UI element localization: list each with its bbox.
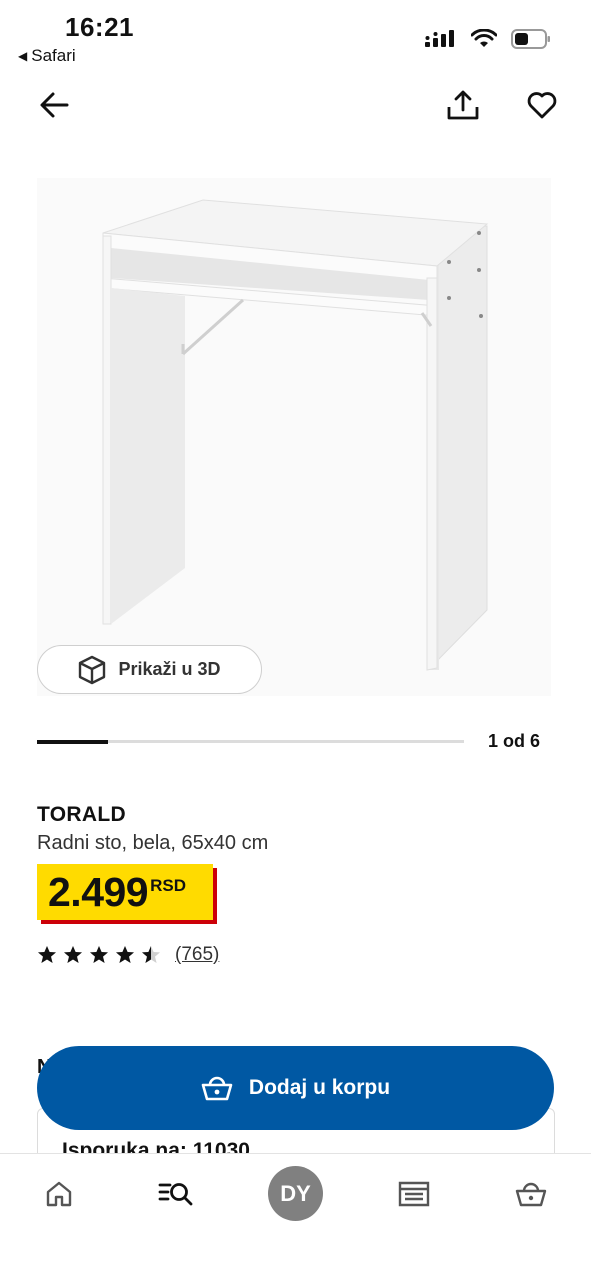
star-icon [142, 946, 160, 963]
search-icon [158, 1183, 193, 1206]
add-to-cart-label: Dodaj u korpu [248, 1076, 391, 1099]
tab-search[interactable] [148, 1166, 204, 1222]
wifi-icon [471, 29, 497, 47]
tab-cart[interactable] [503, 1166, 559, 1222]
status-time: 16:21 [65, 12, 134, 42]
star-icon [38, 946, 56, 963]
price-tag: 2.499 RSD [37, 864, 213, 920]
star-icon [116, 946, 134, 963]
product-image[interactable] [37, 178, 551, 696]
signal-icon [425, 30, 454, 47]
review-count-link[interactable]: (765) [175, 944, 219, 966]
heart-icon [527, 92, 557, 119]
price-value: 2.499 [48, 869, 149, 915]
desk-illustration [37, 178, 551, 696]
favorite-button[interactable] [523, 86, 561, 124]
rating-stars [37, 945, 161, 965]
gallery-page-indicator: 1 od 6 [488, 731, 541, 751]
add-to-cart-button[interactable]: Dodaj u korpu [37, 1046, 554, 1130]
profile-avatar[interactable]: DY [268, 1166, 323, 1221]
back-triangle-icon: ◀ [18, 49, 28, 63]
store-icon [398, 1181, 430, 1207]
back-arrow-button[interactable] [35, 86, 73, 124]
view-3d-label: Prikaži u 3D [118, 659, 221, 679]
view-3d-button[interactable]: Prikaži u 3D [37, 645, 262, 694]
arrow-left-icon [40, 92, 69, 118]
star-icon [90, 946, 108, 963]
rating[interactable]: (765) [37, 944, 219, 966]
tab-home[interactable] [31, 1166, 87, 1222]
back-to-app-link[interactable]: ◀ Safari [18, 46, 76, 66]
gallery-progress-fill [37, 739, 108, 744]
cart-icon [515, 1182, 547, 1207]
status-bar: 16:21 ◀ Safari [0, 0, 591, 76]
share-icon [447, 90, 479, 120]
cube-3d-icon [79, 655, 106, 684]
product-description: Radni sto, bela, 65x40 cm [37, 832, 269, 854]
basket-icon [201, 1076, 233, 1101]
product-name: TORALD [37, 803, 126, 826]
price-currency: RSD [150, 876, 187, 895]
star-icon [64, 946, 82, 963]
back-app-label: Safari [31, 46, 76, 65]
gallery-progress-track [37, 739, 464, 744]
status-icons [425, 28, 551, 50]
share-button[interactable] [444, 86, 482, 124]
bottom-tab-bar: DY [0, 1153, 591, 1280]
home-icon [46, 1181, 72, 1207]
tab-stores[interactable] [386, 1166, 442, 1222]
battery-icon [511, 29, 550, 49]
